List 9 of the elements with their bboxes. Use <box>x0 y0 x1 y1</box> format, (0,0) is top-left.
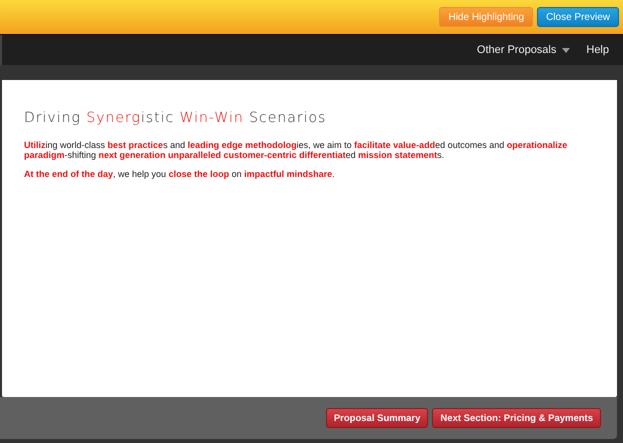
nav-link[interactable]: Other Proposals <box>476 44 556 56</box>
close-preview-button[interactable]: Close Preview <box>537 7 619 27</box>
document-title: Driving Synerg istic Win-Win Scenarios <box>24 110 328 126</box>
caret-icon[interactable] <box>562 48 570 52</box>
paragraph: At the end of the day, we help you close the loop on impactful mindshare. <box>24 169 336 179</box>
section-button[interactable]: Proposal Summary <box>326 408 428 428</box>
paragraph: Utilizing world-class best practices and leading edge methodologies, we aim to facilitate value-added outcomes and operationalize paradigm-shifting next generation unparalleled customer-centric differentiated mission statements. <box>24 140 568 160</box>
section-button[interactable]: Next Section: Pricing & Payments <box>432 408 601 428</box>
nav-link[interactable]: Help <box>586 44 609 56</box>
